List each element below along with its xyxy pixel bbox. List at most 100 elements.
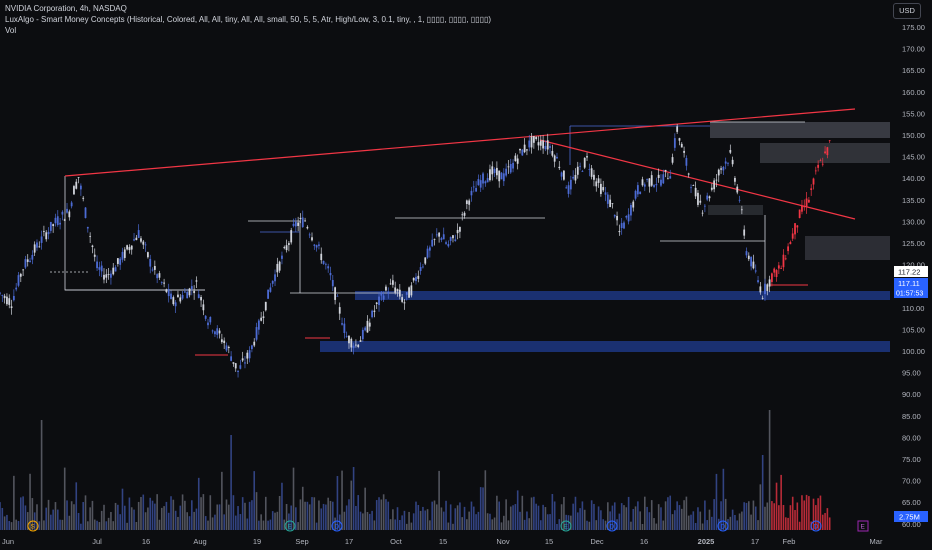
volume-bar [662,520,665,530]
candle-body [394,287,397,293]
candle-body [447,243,450,247]
candle-body [542,140,545,149]
upper-trendline[interactable] [64,108,856,177]
volume-bar [627,496,630,530]
volume-bar [172,499,175,530]
candle-body [142,241,145,245]
candle-body [669,176,672,179]
volume-bar [620,503,623,530]
volume-bar [45,507,48,530]
volume-bar [549,514,551,530]
candle-body [505,168,508,176]
candle-body [613,215,616,217]
volume-bar [320,508,323,530]
candle-body [163,282,165,284]
candle-body [727,162,729,164]
candle-body [491,166,494,175]
volume-bar [461,517,464,530]
candle-body [348,335,350,344]
candle-body [761,297,764,299]
y-tick-label: 155.00 [902,109,925,118]
y-tick-label: 75.00 [902,455,921,464]
candle-body [743,229,746,236]
volume-bar [750,514,752,530]
candle-body [482,173,484,184]
volume-bar [91,500,94,530]
candle-body [126,245,129,250]
volume-bar [826,508,829,530]
candle-body [576,166,579,175]
currency-button[interactable]: USD [893,3,921,19]
volume-bar [87,521,89,530]
volume-bar [798,521,801,530]
x-tick-label: Aug [193,537,206,546]
candle-body [459,227,461,232]
candle-body [454,239,457,241]
symbol-title[interactable]: NVIDIA Corporation, 4h, NASDAQ [5,4,127,13]
volume-bar [801,495,803,530]
volume-indicator-title[interactable]: Vol [5,26,16,35]
volume-bar [239,514,242,530]
candle-body [84,207,87,218]
candle-body [29,260,31,262]
y-tick-label: 135.00 [902,196,925,205]
candle-body [627,214,630,222]
candle-body [165,289,168,293]
candle-body [278,261,281,271]
y-tick-label: 175.00 [902,23,925,32]
volume-bar [158,519,161,530]
volume-bar [130,507,133,530]
candle-body [502,173,505,182]
candle-body [697,192,699,205]
candle-body [729,150,732,153]
candle-body [757,280,759,283]
candle-body [167,289,170,297]
indicator-title[interactable]: LuxAlgo - Smart Money Concepts (Historic… [5,15,491,24]
candle-body [151,269,154,271]
candle-body [26,259,29,262]
volume-bar [768,410,771,530]
y-tick-label: 130.00 [902,217,925,226]
volume-bar [348,499,350,530]
time-axis[interactable]: Jun Jul 16 Aug 19 Sep 17 Oct 15 Nov 15 Dec 16 2025 17 F… [2,537,883,546]
volume-bar [433,500,436,530]
candle-body [336,295,339,297]
volume-bar [519,511,521,530]
volume-bar [267,520,269,530]
candle-body [641,179,644,186]
candle-body [736,186,739,193]
candle-body [10,306,13,308]
candle-body [269,287,272,292]
candle-body [140,238,142,242]
volume-bar [174,510,177,530]
candle-body [405,292,408,295]
candle-body [12,295,15,301]
volume-bar [486,513,489,530]
volume-bar [556,523,558,530]
candle-body [133,239,135,241]
price-chart[interactable]: 175.00 170.00 165.00 160.00 155.00 150.00 145.… [0,0,932,550]
candle-body [507,166,510,168]
volume-bar [387,501,390,530]
svg-text:D: D [814,524,819,531]
volume-bar [588,521,591,530]
volume-bar [650,500,653,530]
candle-body [636,185,639,195]
volume-bar [13,475,15,530]
candle-body [819,160,822,162]
candle-body [740,209,743,211]
candle-body [371,310,373,318]
volume-bar [135,521,138,530]
candle-body [308,234,311,236]
candle-body [653,185,655,187]
candle-body [123,249,126,258]
candle-body [290,230,293,243]
volume-bar [341,470,343,530]
volume-bar [191,500,193,530]
volume-bar [540,520,542,530]
fvg-zone-2 [805,236,890,260]
candle-body [618,231,621,233]
volume-bar [258,520,260,530]
volume-bar [50,514,52,530]
candle-body [546,140,549,150]
